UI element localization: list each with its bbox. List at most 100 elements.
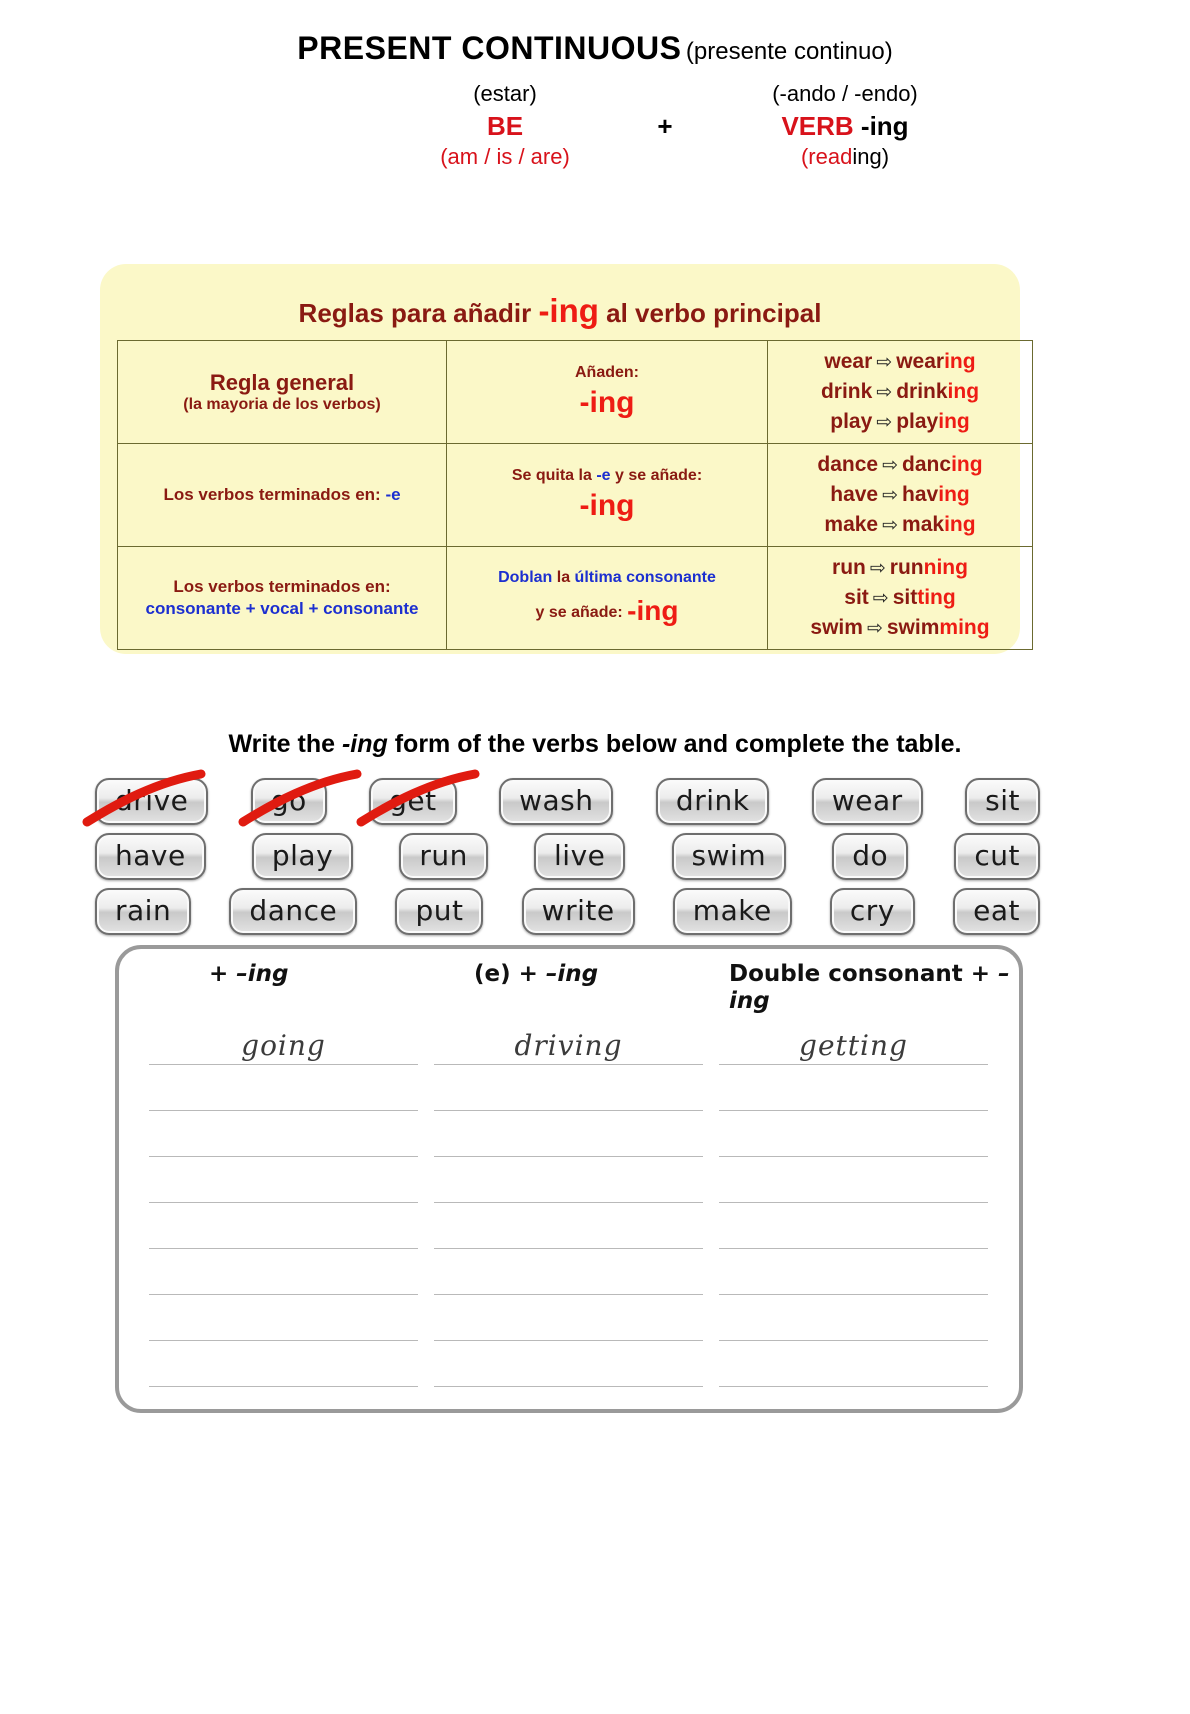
verb-pill-write[interactable]: write <box>521 888 635 935</box>
example-stem: hav <box>902 482 939 506</box>
rules-row-3-action-ing: -ing <box>627 594 679 626</box>
verb-pill-live[interactable]: live <box>534 833 626 880</box>
answer-line[interactable] <box>149 1249 418 1295</box>
instruction-post: form of the verbs below and complete the… <box>387 730 962 758</box>
example-line: have ⇨ having <box>772 480 1028 510</box>
answer-line[interactable] <box>434 1249 703 1295</box>
verb-pill-swim[interactable]: swim <box>671 833 787 880</box>
arrow-right-icon: ⇨ <box>876 381 893 403</box>
verb-pill-rain[interactable]: rain <box>95 888 192 935</box>
answer-line[interactable] <box>434 1341 703 1387</box>
answer-line[interactable] <box>434 1111 703 1157</box>
verb-pill-label: do <box>852 839 889 872</box>
verb-pill-label: make <box>692 894 772 927</box>
answer-line[interactable] <box>719 1249 988 1295</box>
arrow-right-icon: ⇨ <box>882 454 899 476</box>
arrow-right-icon: ⇨ <box>882 514 899 536</box>
formula-block: (estar) BE (am / is / are) + (-ando / -e… <box>205 81 985 181</box>
answer-column-2[interactable]: driving <box>426 1019 711 1387</box>
answer-line[interactable] <box>149 1065 418 1111</box>
answer-line[interactable] <box>434 1065 703 1111</box>
answer-columns: going driving getting <box>141 1019 997 1387</box>
answer-line[interactable] <box>149 1341 418 1387</box>
answer-column-header-e-ing: (e) + –ing <box>474 961 598 988</box>
verb-pill-cut[interactable]: cut <box>954 833 1040 880</box>
verb-pill-row: rain dance put write make cry eat <box>95 888 1040 935</box>
verb-pill-label: wear <box>831 784 903 817</box>
example-base: have <box>830 482 879 506</box>
verb-pill-drink[interactable]: drink <box>655 778 770 825</box>
rules-row-3-rest: última consonante <box>574 568 716 586</box>
answer-line[interactable]: going <box>149 1019 418 1065</box>
verb-pill-drive[interactable]: drive <box>82 769 209 827</box>
answer-column-3[interactable]: getting <box>711 1019 996 1387</box>
verb-pill-dance[interactable]: dance <box>229 888 358 935</box>
example-ing: ming <box>939 615 990 639</box>
answer-line[interactable] <box>719 1341 988 1387</box>
header-ing: –ing <box>545 961 599 987</box>
verb-pill-go[interactable]: go <box>238 769 362 827</box>
verb-pill-eat[interactable]: eat <box>953 888 1040 935</box>
answer-line[interactable] <box>149 1203 418 1249</box>
verb-pill-row: drive go get wash drink wear sit <box>82 769 1040 827</box>
rules-row-2-title: Los verbos terminados en: -e <box>122 484 442 506</box>
verb-pill-make[interactable]: make <box>672 888 792 935</box>
verb-pill-run[interactable]: run <box>399 833 488 880</box>
verb-pill-label: drive <box>115 784 189 817</box>
answer-line[interactable] <box>719 1065 988 1111</box>
formula-be: BE <box>486 111 524 141</box>
formula-paren-open: ( <box>440 144 448 169</box>
page-title-sub: (presente continuo) <box>685 38 893 65</box>
answer-line[interactable] <box>149 1295 418 1341</box>
rules-row-3-title: Los verbos terminados en: <box>173 576 391 596</box>
verb-pill-do[interactable]: do <box>832 833 909 880</box>
answer-line[interactable] <box>434 1203 703 1249</box>
verb-pill-bank: drive go get wash drink wear sit have pl… <box>82 769 1095 943</box>
example-line: drink ⇨ drinking <box>772 377 1028 407</box>
formula-am-is-are: (am / is / are) <box>400 144 610 170</box>
arrow-right-icon: ⇨ <box>882 484 899 506</box>
answer-line[interactable] <box>149 1157 418 1203</box>
answer-line[interactable] <box>719 1157 988 1203</box>
rules-row-3-condition: Los verbos terminados en: consonante + v… <box>117 545 447 650</box>
formula-slash-2: / <box>512 144 531 169</box>
rules-row-1-title: Regla general <box>209 370 355 396</box>
verb-pill-label: dance <box>249 894 338 927</box>
verb-pill-label: eat <box>973 894 1020 927</box>
verb-pill-label: write <box>541 894 615 927</box>
rules-row-3-doblan: Doblan <box>498 568 553 586</box>
answer-column-1[interactable]: going <box>141 1019 426 1387</box>
formula-slash-1: / <box>478 144 497 169</box>
example-base: swim <box>810 615 863 639</box>
verb-pill-label: cut <box>974 839 1020 872</box>
verb-pill-sit[interactable]: sit <box>965 778 1040 825</box>
header-plain: (e) + <box>474 961 546 987</box>
rules-box: Reglas para añadir -ing al verbo princip… <box>100 264 1033 654</box>
answer-line[interactable] <box>719 1111 988 1157</box>
verb-pill-label: play <box>271 839 334 872</box>
verb-pill-put[interactable]: put <box>395 888 484 935</box>
rules-row-3-la: la <box>552 568 575 586</box>
answer-line[interactable] <box>434 1295 703 1341</box>
example-ing: ting <box>917 585 956 609</box>
answer-line[interactable] <box>149 1111 418 1157</box>
example-base: dance <box>817 452 879 476</box>
answer-text: getting <box>799 1029 908 1062</box>
verb-pill-label: have <box>115 839 186 872</box>
answer-line[interactable]: driving <box>434 1019 703 1065</box>
answer-line[interactable] <box>719 1203 988 1249</box>
example-line: swim ⇨ swimming <box>772 613 1028 643</box>
answer-line[interactable] <box>719 1295 988 1341</box>
rules-row-3-action-line2: y se añade: -ing <box>451 595 763 627</box>
verb-pill-play[interactable]: play <box>251 833 354 880</box>
verb-pill-wear[interactable]: wear <box>811 778 923 825</box>
example-stem: swim <box>886 615 940 639</box>
answer-line[interactable] <box>434 1157 703 1203</box>
instruction-pre: Write the <box>228 730 342 758</box>
verb-pill-have[interactable]: have <box>95 833 206 880</box>
answer-line[interactable]: getting <box>719 1019 988 1065</box>
verb-pill-get[interactable]: get <box>356 769 480 827</box>
rules-row-2-action-ing: -ing <box>579 488 635 522</box>
verb-pill-cry[interactable]: cry <box>829 888 915 935</box>
verb-pill-wash[interactable]: wash <box>499 778 614 825</box>
